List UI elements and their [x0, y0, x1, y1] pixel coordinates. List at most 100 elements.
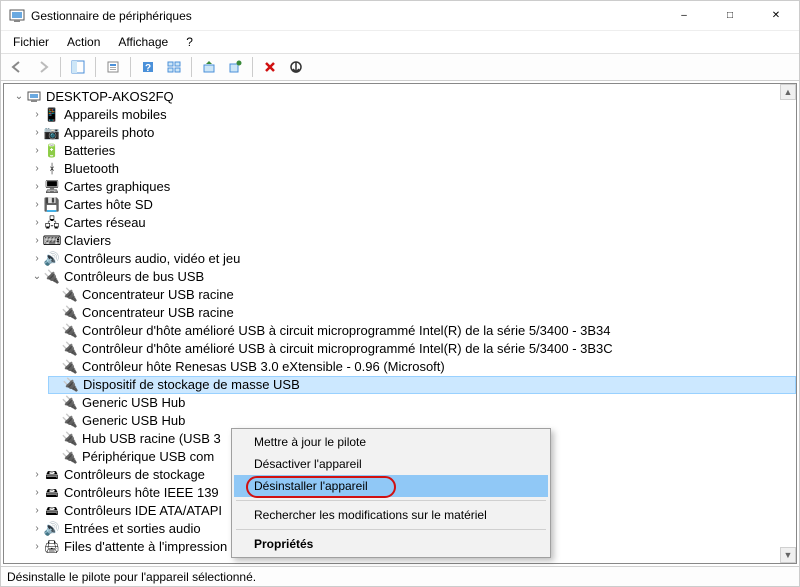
- expand-icon[interactable]: ›: [30, 520, 44, 538]
- scan-hardware-button[interactable]: [223, 56, 247, 78]
- device-icon: 🖴: [44, 503, 60, 519]
- device-icon: 🖥: [44, 179, 60, 195]
- tree-item-label: Files d'attente à l'impression: [64, 538, 227, 556]
- expand-icon[interactable]: ›: [30, 106, 44, 124]
- expand-icon[interactable]: ›: [30, 538, 44, 556]
- app-icon: [9, 8, 25, 24]
- device-icon: 🔋: [44, 143, 60, 159]
- tree-item-label: Contrôleurs IDE ATA/ATAPI: [64, 502, 222, 520]
- view-button[interactable]: [162, 56, 186, 78]
- tree-item[interactable]: ›📱Appareils mobiles: [30, 106, 796, 124]
- expand-icon[interactable]: ›: [30, 196, 44, 214]
- status-bar: Désinstalle le pilote pour l'appareil sé…: [1, 566, 799, 586]
- menu-help[interactable]: ?: [178, 33, 201, 51]
- ctx-scan-hardware[interactable]: Rechercher les modifications sur le maté…: [234, 504, 548, 526]
- maximize-button[interactable]: □: [707, 1, 753, 31]
- vertical-scrollbar[interactable]: ▲ ▼: [780, 84, 796, 563]
- tree-item[interactable]: ›🔋Batteries: [30, 142, 796, 160]
- forward-button[interactable]: [31, 56, 55, 78]
- menu-view[interactable]: Affichage: [110, 33, 176, 51]
- tree-item[interactable]: ›🖥Cartes graphiques: [30, 178, 796, 196]
- minimize-button[interactable]: –: [661, 1, 707, 31]
- collapse-icon[interactable]: ⌄: [30, 268, 44, 286]
- tree-root[interactable]: ⌄ DESKTOP-AKOS2FQ: [12, 88, 796, 106]
- expand-icon[interactable]: ›: [30, 178, 44, 196]
- expand-icon[interactable]: ›: [30, 484, 44, 502]
- tree-item[interactable]: ›🖧Cartes réseau: [30, 214, 796, 232]
- device-icon: 🔌: [62, 413, 78, 429]
- tree-item-label: Contrôleur hôte Renesas USB 3.0 eXtensib…: [82, 358, 445, 376]
- tree-item-label: Generic USB Hub: [82, 412, 185, 430]
- tree-item[interactable]: ›💾Cartes hôte SD: [30, 196, 796, 214]
- ctx-update-driver[interactable]: Mettre à jour le pilote: [234, 431, 548, 453]
- tree-item-label: Batteries: [64, 142, 115, 160]
- menu-action[interactable]: Action: [59, 33, 108, 51]
- device-icon: 🔌: [62, 287, 78, 303]
- tree-item-label: Claviers: [64, 232, 111, 250]
- context-menu: Mettre à jour le pilote Désactiver l'app…: [231, 428, 551, 558]
- tree-item-label: Périphérique USB com: [82, 448, 214, 466]
- device-icon: 🔊: [44, 521, 60, 537]
- expand-icon[interactable]: ›: [30, 466, 44, 484]
- device-icon: 🔊: [44, 251, 60, 267]
- scroll-down-button[interactable]: ▼: [780, 547, 796, 563]
- tree-item[interactable]: 🔌Dispositif de stockage de masse USB: [48, 376, 796, 394]
- device-icon: 🔌: [62, 431, 78, 447]
- tree-item-label: Contrôleur d'hôte amélioré USB à circuit…: [82, 340, 613, 358]
- tree-item[interactable]: ›🔊Contrôleurs audio, vidéo et jeu: [30, 250, 796, 268]
- close-button[interactable]: ✕: [753, 1, 799, 31]
- uninstall-button[interactable]: [258, 56, 282, 78]
- ctx-properties[interactable]: Propriétés: [234, 533, 548, 555]
- expand-icon[interactable]: ›: [30, 214, 44, 232]
- ctx-separator: [236, 529, 546, 530]
- expand-icon[interactable]: ›: [30, 160, 44, 178]
- tree-item-label: Contrôleurs hôte IEEE 139: [64, 484, 219, 502]
- title-bar: Gestionnaire de périphériques – □ ✕: [1, 1, 799, 31]
- tree-item-label: Concentrateur USB racine: [82, 304, 234, 322]
- collapse-icon[interactable]: ⌄: [12, 88, 26, 106]
- disable-button[interactable]: [284, 56, 308, 78]
- tree-item[interactable]: 🔌Contrôleur hôte Renesas USB 3.0 eXtensi…: [48, 358, 796, 376]
- device-icon: 🖨: [44, 539, 60, 555]
- device-icon: 🔌: [62, 305, 78, 321]
- expand-icon[interactable]: ›: [30, 124, 44, 142]
- tree-item-label: Cartes hôte SD: [64, 196, 153, 214]
- tree-item[interactable]: ›⌨Claviers: [30, 232, 796, 250]
- tree-item-label: Hub USB racine (USB 3: [82, 430, 221, 448]
- tree-item[interactable]: 🔌Generic USB Hub: [48, 394, 796, 412]
- back-button[interactable]: [5, 56, 29, 78]
- device-icon: 🖧: [44, 215, 60, 231]
- scroll-up-button[interactable]: ▲: [780, 84, 796, 100]
- expand-icon[interactable]: ›: [30, 142, 44, 160]
- ctx-separator: [236, 500, 546, 501]
- tree-item-label: Contrôleurs de bus USB: [64, 268, 204, 286]
- ctx-uninstall-device[interactable]: Désinstaller l'appareil: [234, 475, 548, 497]
- tree-item-label: Contrôleurs audio, vidéo et jeu: [64, 250, 240, 268]
- ctx-disable-device[interactable]: Désactiver l'appareil: [234, 453, 548, 475]
- show-hide-tree-button[interactable]: [66, 56, 90, 78]
- device-icon: 📱: [44, 107, 60, 123]
- expand-icon[interactable]: ›: [30, 250, 44, 268]
- tree-item[interactable]: 🔌Concentrateur USB racine: [48, 286, 796, 304]
- help-button[interactable]: ?: [136, 56, 160, 78]
- tree-item[interactable]: 🔌Concentrateur USB racine: [48, 304, 796, 322]
- expand-icon[interactable]: ›: [30, 502, 44, 520]
- status-text: Désinstalle le pilote pour l'appareil sé…: [7, 570, 256, 584]
- tree-item[interactable]: 🔌Contrôleur d'hôte amélioré USB à circui…: [48, 340, 796, 358]
- tree-item-label: Generic USB Hub: [82, 394, 185, 412]
- properties-button[interactable]: [101, 56, 125, 78]
- device-icon: 🔌: [63, 377, 79, 393]
- toolbar-separator: [252, 57, 253, 77]
- tree-item-label: Cartes graphiques: [64, 178, 170, 196]
- menu-file[interactable]: Fichier: [5, 33, 57, 51]
- tree-item-label: Contrôleur d'hôte amélioré USB à circuit…: [82, 322, 611, 340]
- tree-item[interactable]: ›📷Appareils photo: [30, 124, 796, 142]
- tree-item[interactable]: 🔌Contrôleur d'hôte amélioré USB à circui…: [48, 322, 796, 340]
- content-area: ⌄ DESKTOP-AKOS2FQ ›📱Appareils mobiles›📷A…: [1, 81, 799, 566]
- device-icon: 🖴: [44, 467, 60, 483]
- device-icon: 🔌: [62, 395, 78, 411]
- tree-item[interactable]: ›ᚼBluetooth: [30, 160, 796, 178]
- tree-item[interactable]: ⌄🔌Contrôleurs de bus USB: [30, 268, 796, 286]
- device-icon: 🖴: [44, 485, 60, 501]
- update-driver-button[interactable]: [197, 56, 221, 78]
